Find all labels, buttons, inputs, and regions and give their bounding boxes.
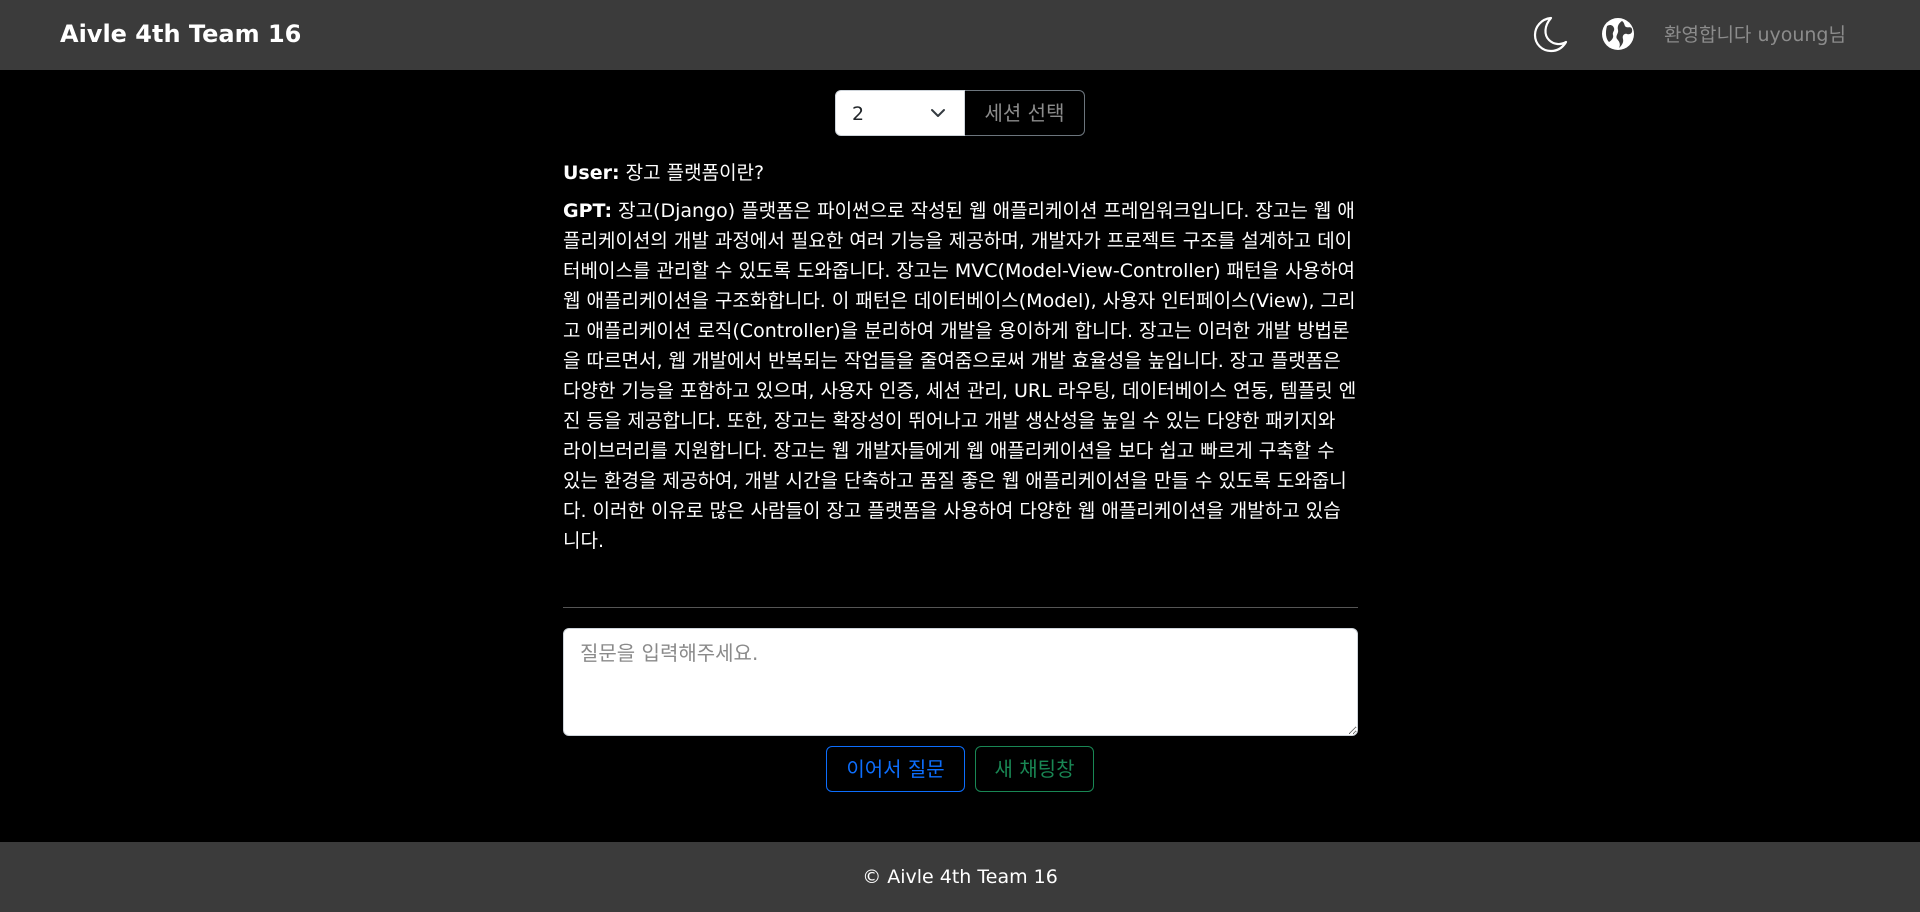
session-selector: 2 세션 선택 (835, 90, 1085, 136)
session-select[interactable]: 2 (835, 90, 965, 136)
navbar: Aivle 4th Team 16 환영합니다 uyoung님 (0, 0, 1920, 70)
globe-icon[interactable] (1598, 14, 1638, 54)
divider (563, 607, 1358, 608)
continue-question-button[interactable]: 이어서 질문 (826, 746, 965, 792)
footer-text: © Aivle 4th Team 16 (862, 866, 1058, 888)
message-text: 장고(Django) 플랫폼은 파이썬으로 작성된 웹 애플리케이션 프레임워크… (563, 200, 1357, 552)
chevron-down-icon (931, 109, 945, 117)
message-text: 장고 플랫폼이란? (625, 162, 765, 184)
question-input[interactable] (563, 628, 1358, 736)
session-select-value: 2 (852, 103, 865, 125)
brand-link[interactable]: Aivle 4th Team 16 (60, 20, 301, 48)
chat-log: User: 장고 플랫폼이란? GPT: 장고(Django) 플랫폼은 파이썬… (563, 158, 1358, 564)
chat-message-gpt: GPT: 장고(Django) 플랫폼은 파이썬으로 작성된 웹 애플리케이션 … (563, 196, 1358, 556)
footer: © Aivle 4th Team 16 (0, 842, 1920, 912)
chat-message-user: User: 장고 플랫폼이란? (563, 158, 1358, 188)
message-role: User: (563, 162, 620, 184)
new-chat-button[interactable]: 새 채팅창 (975, 746, 1094, 792)
moon-icon[interactable] (1530, 14, 1570, 54)
select-session-button[interactable]: 세션 선택 (965, 90, 1085, 136)
message-role: GPT: (563, 200, 613, 222)
welcome-text: 환영합니다 uyoung님 (1664, 24, 1846, 46)
